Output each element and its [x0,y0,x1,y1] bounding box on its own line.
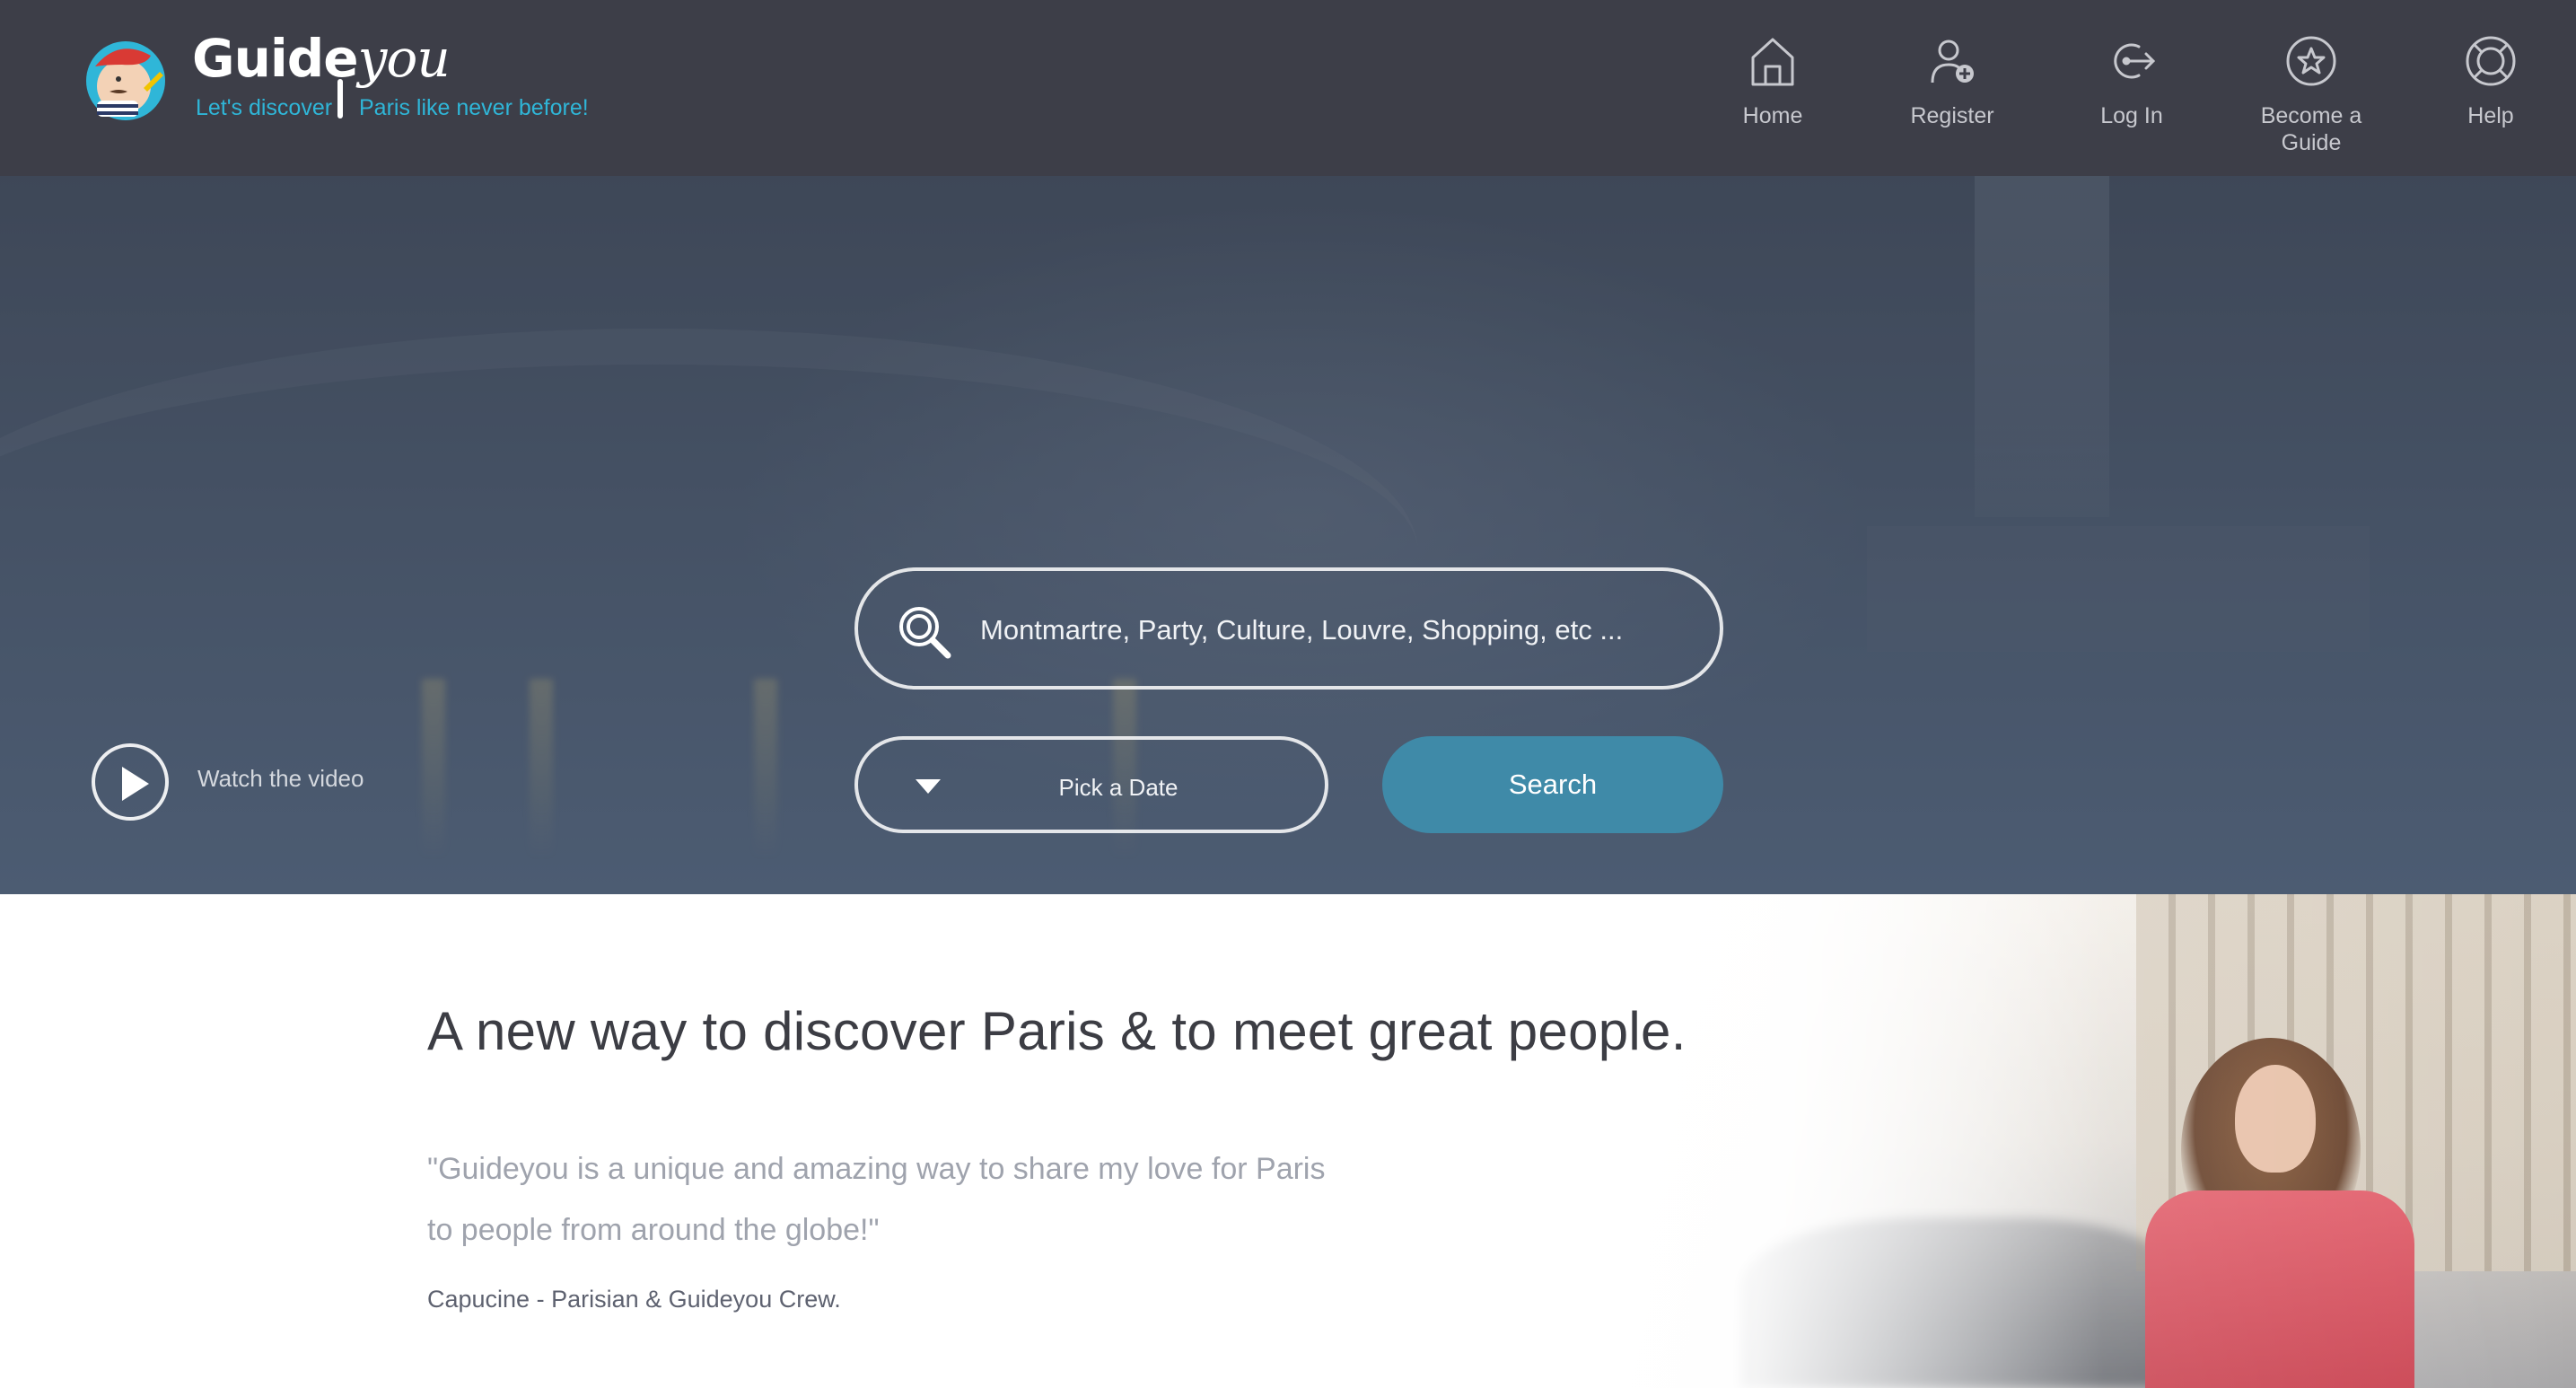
search-icon [899,607,951,659]
home-icon [1744,32,1801,90]
search-box[interactable] [854,567,1723,690]
guideyou-mascot-logo[interactable] [83,36,169,122]
testimonial-author: Capucine - Parisian & Guideyou Crew. [427,1286,841,1313]
date-picker-label: Pick a Date [1058,774,1178,801]
login-icon [2103,32,2160,90]
date-picker[interactable]: Pick a Date [854,736,1328,833]
nav-login[interactable]: Log In [2055,32,2208,129]
play-icon[interactable] [92,743,169,821]
tagline-right: Paris like never before! [359,95,589,120]
parisian-woman-photo [1526,894,2576,1388]
nav-register-label: Register [1910,103,1994,128]
quote-line-1: "Guideyou is a unique and amazing way to… [427,1152,1326,1186]
nav-become-guide-label: Become a Guide [2260,103,2362,155]
nav-become-guide[interactable]: Become a Guide [2235,32,2388,156]
lifebuoy-icon [2462,32,2519,90]
nav-help-label: Help [2467,103,2514,128]
site-header: Guideyou Let's discover Paris like never… [0,0,2576,176]
star-icon [2282,32,2340,90]
add-user-icon [1923,32,1981,90]
nav-register[interactable]: Register [1876,32,2028,129]
logo-stem-divider [337,79,343,119]
nav-home-label: Home [1742,103,1803,128]
guideyou-wordmark[interactable]: Guideyou [192,32,451,84]
intro-headline: A new way to discover Paris & to meet gr… [427,1001,1687,1061]
photo-fade [1526,894,2576,1388]
quote-line-2: to people from around the globe!" [427,1213,880,1247]
play-triangle [122,767,149,801]
watch-video-link[interactable]: Watch the video [197,765,364,793]
logo-script-text: you [357,28,451,89]
search-button[interactable]: Search [1382,736,1723,833]
hero-section: Pick a Date Search Watch the video [0,176,2576,894]
nav-help[interactable]: Help [2414,32,2567,129]
intro-section: A new way to discover Paris & to meet gr… [0,894,2576,1388]
tagline-left: Let's discover [196,95,333,120]
nav-login-label: Log In [2100,103,2163,128]
testimonial-quote: "Guideyou is a unique and amazing way to… [427,1138,1415,1261]
search-input[interactable] [980,607,1680,654]
nav-home[interactable]: Home [1696,32,1849,129]
logo-main-text: Guide [192,28,359,89]
